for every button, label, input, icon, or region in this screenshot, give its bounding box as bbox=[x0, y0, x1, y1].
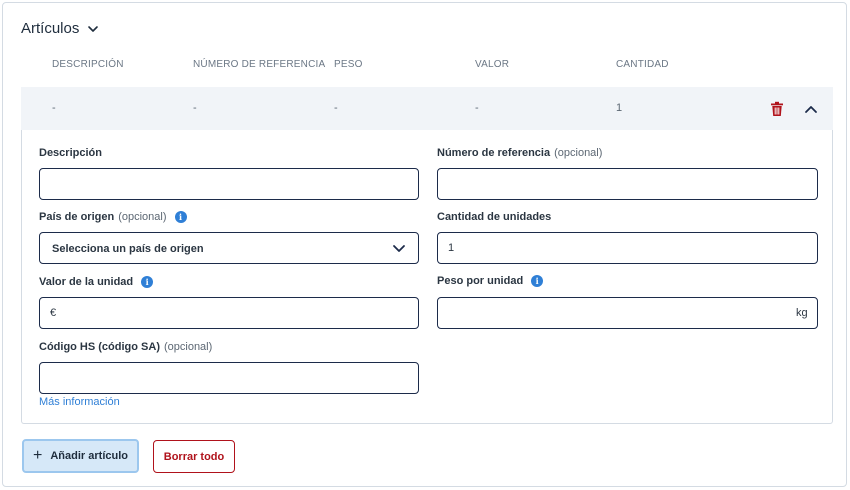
origin-label: País de origen (opcional) i bbox=[39, 211, 187, 223]
unit-weight-input[interactable] bbox=[437, 297, 818, 329]
reference-label: Número de referencia (opcional) bbox=[437, 147, 603, 159]
more-info-link[interactable]: Más información bbox=[39, 396, 120, 408]
section-toggle[interactable]: Artículos bbox=[21, 20, 99, 37]
origin-optional: (opcional) bbox=[118, 211, 167, 223]
info-icon[interactable]: i bbox=[141, 276, 154, 288]
origin-select-value: Selecciona un país de origen bbox=[52, 243, 204, 255]
header-weight: PESO bbox=[334, 59, 363, 70]
cell-value: - bbox=[475, 102, 479, 114]
cell-weight: - bbox=[334, 102, 338, 114]
table-header: DESCRIPCIÓN NÚMERO DE REFERENCIA PESO VA… bbox=[21, 55, 833, 77]
plus-icon: + bbox=[33, 447, 43, 464]
unit-value-label: Valor de la unidad i bbox=[39, 276, 154, 288]
add-article-button[interactable]: + Añadir artículo bbox=[22, 439, 139, 473]
header-reference: NÚMERO DE REFERENCIA bbox=[193, 59, 326, 70]
unit-weight-label: Peso por unidad i bbox=[437, 275, 544, 287]
cell-quantity: 1 bbox=[616, 102, 623, 114]
reference-input[interactable] bbox=[437, 168, 818, 200]
cell-description: - bbox=[52, 102, 56, 114]
weight-suffix: kg bbox=[796, 307, 808, 319]
currency-prefix: € bbox=[50, 307, 57, 319]
header-description: DESCRIPCIÓN bbox=[52, 59, 124, 70]
clear-all-button[interactable]: Borrar todo bbox=[153, 440, 235, 473]
info-icon[interactable]: i bbox=[174, 211, 187, 223]
cell-reference: - bbox=[193, 102, 197, 114]
quantity-label: Cantidad de unidades bbox=[437, 211, 552, 223]
unit-value-input[interactable] bbox=[39, 297, 419, 329]
header-value: VALOR bbox=[475, 59, 510, 70]
table-row[interactable]: - - - - 1 bbox=[21, 87, 833, 130]
description-input[interactable] bbox=[39, 168, 419, 200]
origin-select[interactable]: Selecciona un país de origen bbox=[39, 232, 419, 264]
description-label: Descripción bbox=[39, 147, 102, 159]
chevron-down-icon bbox=[393, 245, 405, 252]
quantity-input[interactable] bbox=[437, 232, 818, 264]
section-title: Artículos bbox=[21, 20, 80, 37]
chevron-up-icon[interactable] bbox=[803, 101, 819, 117]
hs-code-label: Código HS (código SA) (opcional) bbox=[39, 341, 213, 353]
add-article-label: Añadir artículo bbox=[50, 450, 128, 462]
reference-optional: (opcional) bbox=[554, 147, 603, 159]
hs-code-input[interactable] bbox=[39, 362, 419, 394]
trash-icon[interactable] bbox=[769, 101, 785, 117]
chevron-down-icon bbox=[88, 25, 99, 32]
info-icon[interactable]: i bbox=[531, 275, 544, 287]
article-form: Descripción Número de referencia (opcion… bbox=[21, 130, 833, 424]
hs-code-optional: (opcional) bbox=[163, 341, 213, 353]
header-quantity: CANTIDAD bbox=[616, 59, 669, 70]
clear-all-label: Borrar todo bbox=[163, 450, 225, 463]
articles-card: Artículos DESCRIPCIÓN NÚMERO DE REFERENC… bbox=[2, 2, 847, 487]
